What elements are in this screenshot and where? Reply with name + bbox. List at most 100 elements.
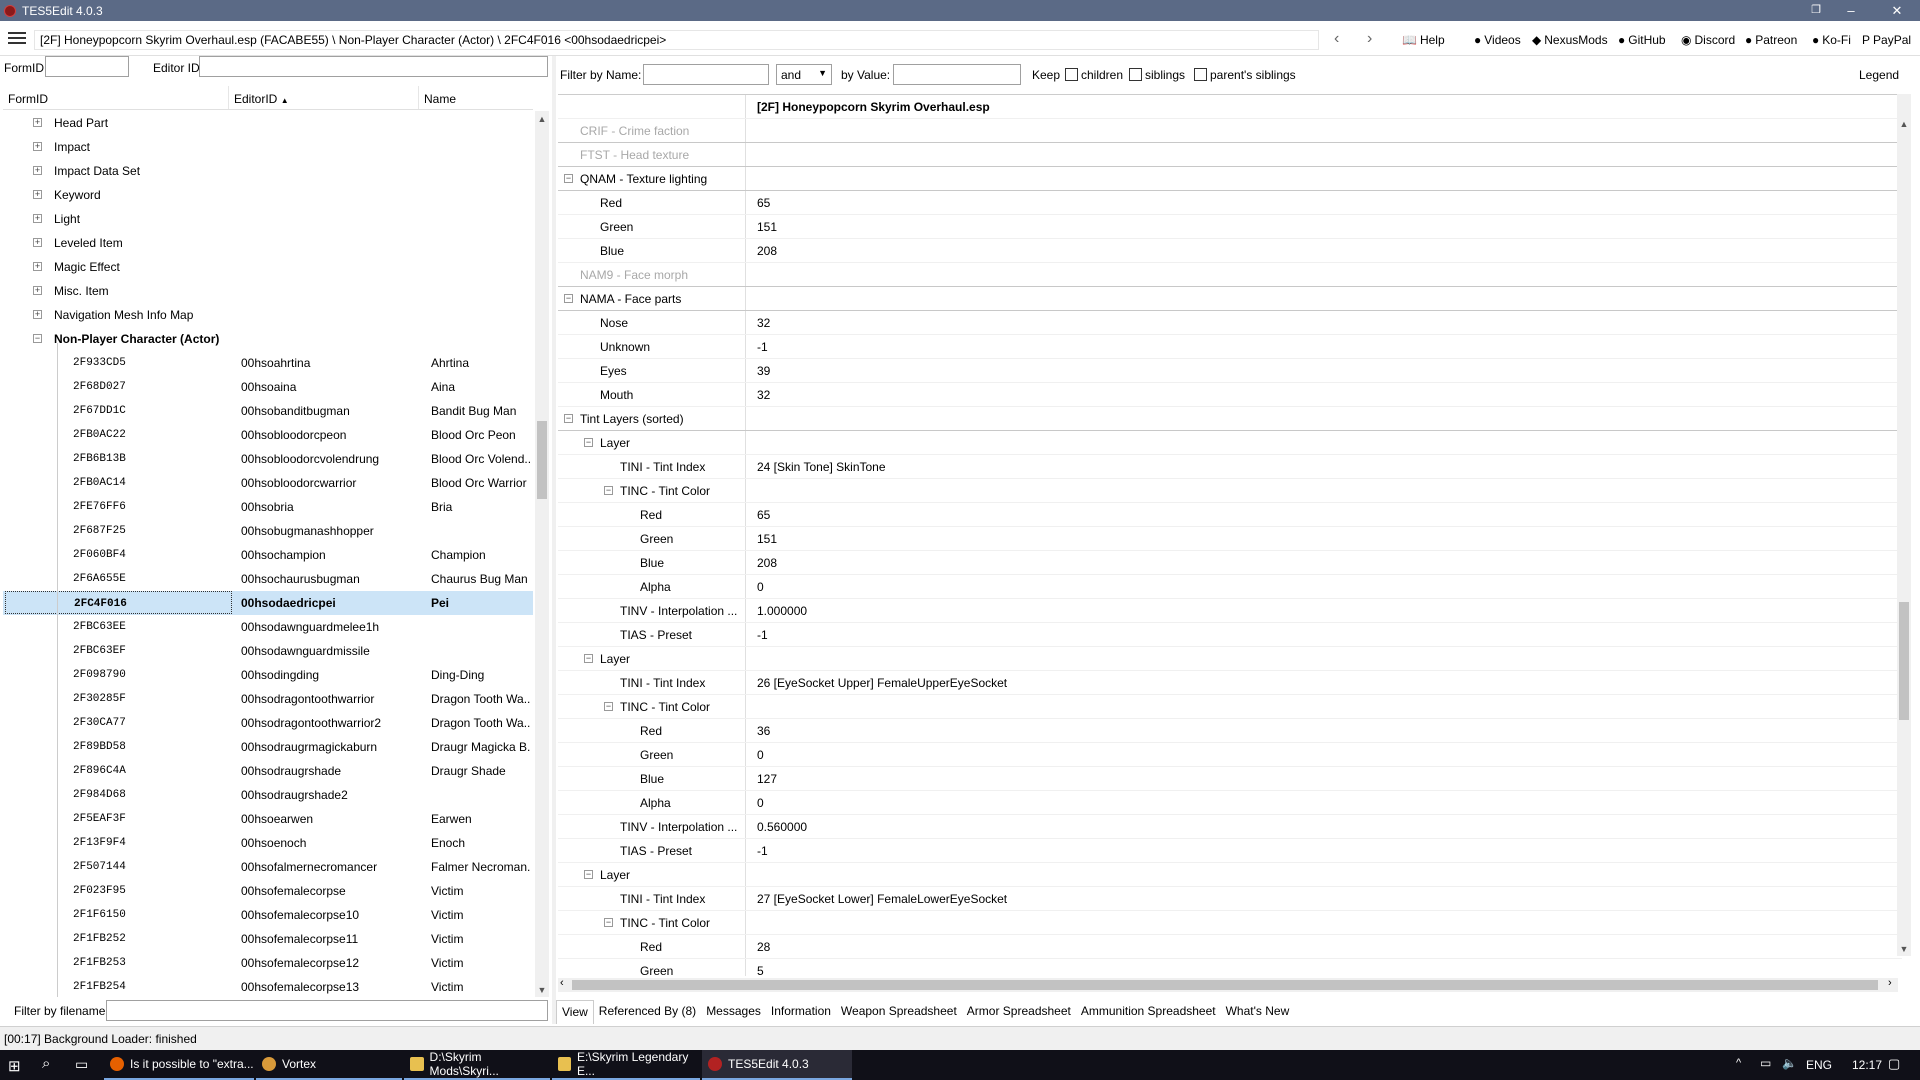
field-row[interactable]: − QNAM - Texture lighting <box>558 167 1902 191</box>
discord-link[interactable]: ◉ Discord <box>1681 33 1735 47</box>
record-row[interactable]: 2F30CA77 00hsodragontoothwarrior2 Dragon T… <box>3 711 533 735</box>
record-row[interactable]: 2F023F95 00hsofemalecorpse Victim <box>3 879 533 903</box>
record-row[interactable]: 2F507144 00hsofalmernecromancer Falmer Nec… <box>3 855 533 879</box>
forward-icon[interactable]: › <box>1367 30 1372 48</box>
minimize-button[interactable]: – <box>1828 0 1874 21</box>
view-scrollbar[interactable]: ▲ ▼ <box>1897 94 1911 956</box>
field-row[interactable]: Red 28 <box>558 935 1902 959</box>
taskbar-item[interactable]: E:\Skyrim Legendary E... <box>552 1050 700 1080</box>
record-row[interactable]: 2F5EAF3F 00hsoearwen Earwen <box>3 807 533 831</box>
field-row[interactable]: TINI - Tint Index 24 [Skin Tone] SkinTone <box>558 455 1902 479</box>
taskbar-item[interactable]: Is it possible to "extra... <box>104 1050 254 1080</box>
tree-category[interactable]: + Magic Effect <box>3 255 533 279</box>
tree-category[interactable]: + Keyword <box>3 183 533 207</box>
record-row[interactable]: 2F6A655E 00hsochaurusbugman Chaurus Bug Ma… <box>3 567 533 591</box>
field-value[interactable]: 65 <box>757 503 770 527</box>
field-row[interactable]: TINV - Interpolation ... 1.000000 <box>558 599 1902 623</box>
record-row[interactable]: 2F1FB252 00hsofemalecorpse11 Victim <box>3 927 533 951</box>
col-formid[interactable]: FormID <box>3 86 229 109</box>
record-row[interactable]: 2F13F9F4 00hsoenoch Enoch <box>3 831 533 855</box>
collapse-icon[interactable]: − <box>584 438 593 447</box>
field-value[interactable]: 32 <box>757 383 770 407</box>
windows-start-icon[interactable]: ⊞ <box>8 1057 21 1075</box>
field-row[interactable]: Eyes 39 <box>558 359 1902 383</box>
field-row[interactable]: − TINC - Tint Color <box>558 479 1902 503</box>
language-indicator[interactable]: ENG <box>1806 1058 1832 1072</box>
field-value[interactable]: 1.000000 <box>757 599 807 623</box>
help-link[interactable]: 📖 Help <box>1402 33 1445 47</box>
collapse-icon[interactable]: − <box>604 486 613 495</box>
record-row[interactable]: 2F098790 00hsodingding Ding-Ding <box>3 663 533 687</box>
record-row[interactable]: 2F060BF4 00hsochampion Champion <box>3 543 533 567</box>
field-row[interactable]: − Tint Layers (sorted) <box>558 407 1902 431</box>
field-value[interactable]: 151 <box>757 527 777 551</box>
field-value[interactable]: 151 <box>757 215 777 239</box>
field-value[interactable]: 5 <box>757 959 764 976</box>
field-row[interactable]: − TINC - Tint Color <box>558 911 1902 935</box>
expand-icon[interactable]: + <box>33 190 42 199</box>
record-row[interactable]: 2F687F25 00hsobugmanashhopper <box>3 519 533 543</box>
record-row[interactable]: 2F68D027 00hsoaina Aina <box>3 375 533 399</box>
tab-what-s-new[interactable]: What's New <box>1221 1000 1295 1024</box>
field-value[interactable]: 127 <box>757 767 777 791</box>
search-icon[interactable]: ⌕ <box>42 1055 50 1072</box>
field-value[interactable]: 24 [Skin Tone] SkinTone <box>757 455 886 479</box>
collapse-icon[interactable]: − <box>33 334 42 343</box>
notifications-icon[interactable]: ▢ <box>1888 1056 1900 1072</box>
field-value[interactable]: 27 [EyeSocket Lower] FemaleLowerEyeSocke… <box>757 887 1007 911</box>
field-value[interactable]: 0 <box>757 575 764 599</box>
record-path-field[interactable]: [2F] Honeypopcorn Skyrim Overhaul.esp (F… <box>34 30 1319 50</box>
children-checkbox[interactable] <box>1065 68 1078 81</box>
field-row[interactable]: Red 36 <box>558 719 1902 743</box>
taskbar-item[interactable]: D:\Skyrim Mods\Skyri... <box>404 1050 550 1080</box>
field-row[interactable]: − NAMA - Face parts <box>558 287 1902 311</box>
col-name[interactable]: Name <box>419 86 531 109</box>
scroll-thumb[interactable] <box>1899 602 1909 720</box>
field-row[interactable]: Red 65 <box>558 503 1902 527</box>
field-value[interactable]: 39 <box>757 359 770 383</box>
record-row[interactable]: 2F30285F 00hsodragontoothwarrior Dragon To… <box>3 687 533 711</box>
record-row[interactable]: 2F67DD1C 00hsobanditbugman Bandit Bug Man <box>3 399 533 423</box>
expand-icon[interactable]: + <box>33 142 42 151</box>
tab-armor-spreadsheet[interactable]: Armor Spreadsheet <box>962 1000 1076 1024</box>
paypal-link[interactable]: P PayPal <box>1862 33 1911 47</box>
field-row[interactable]: TINI - Tint Index 27 [EyeSocket Lower] Fe… <box>558 887 1902 911</box>
field-row[interactable]: − Layer <box>558 647 1902 671</box>
field-value[interactable]: 26 [EyeSocket Upper] FemaleUpperEyeSocke… <box>757 671 1007 695</box>
field-row[interactable]: TINV - Interpolation ... 0.560000 <box>558 815 1902 839</box>
tab-information[interactable]: Information <box>766 1000 836 1024</box>
parents-siblings-checkbox[interactable] <box>1194 68 1207 81</box>
nexusmods-link[interactable]: ◆ NexusMods <box>1532 33 1608 47</box>
collapse-icon[interactable]: − <box>584 654 593 663</box>
volume-icon[interactable]: 🔈 <box>1782 1056 1797 1070</box>
editorid-input[interactable] <box>199 56 548 77</box>
field-row[interactable]: − Layer <box>558 431 1902 455</box>
record-row[interactable]: 2FBC63EF 00hsodawnguardmissile <box>3 639 533 663</box>
field-value[interactable]: 32 <box>757 311 770 335</box>
tab-view[interactable]: View <box>556 1000 594 1024</box>
field-row[interactable]: Unknown -1 <box>558 335 1902 359</box>
expand-icon[interactable]: + <box>33 238 42 247</box>
tree-category[interactable]: + Leveled Item <box>3 231 533 255</box>
field-value[interactable]: 208 <box>757 239 777 263</box>
field-value[interactable]: 65 <box>757 191 770 215</box>
field-row[interactable]: TINI - Tint Index 26 [EyeSocket Upper] Fe… <box>558 671 1902 695</box>
field-row[interactable]: Alpha 0 <box>558 791 1902 815</box>
field-row[interactable]: TIAS - Preset -1 <box>558 623 1902 647</box>
field-value[interactable]: 0 <box>757 791 764 815</box>
hscroll-thumb[interactable] <box>572 980 1878 990</box>
record-row[interactable]: 2F933CD5 00hsoahrtina Ahrtina <box>3 351 533 375</box>
tree-category[interactable]: − Non-Player Character (Actor) <box>3 327 533 351</box>
collapse-icon[interactable]: − <box>564 174 573 183</box>
record-row[interactable]: 2F89BD58 00hsodraugrmagickaburn Draugr Mag… <box>3 735 533 759</box>
field-row[interactable]: NAM9 - Face morph <box>558 263 1902 287</box>
record-row[interactable]: 2FB0AC22 00hsobloodorcpeon Blood Orc Peon <box>3 423 533 447</box>
tree-category[interactable]: + Misc. Item <box>3 279 533 303</box>
collapse-icon[interactable]: − <box>564 294 573 303</box>
scroll-up-icon[interactable]: ▲ <box>1897 119 1911 129</box>
formid-input[interactable] <box>45 56 129 77</box>
tree-category[interactable]: + Head Part <box>3 111 533 135</box>
expand-icon[interactable]: + <box>33 262 42 271</box>
record-row[interactable]: 2F1FB254 00hsofemalecorpse13 Victim <box>3 975 533 997</box>
field-value[interactable]: 0.560000 <box>757 815 807 839</box>
